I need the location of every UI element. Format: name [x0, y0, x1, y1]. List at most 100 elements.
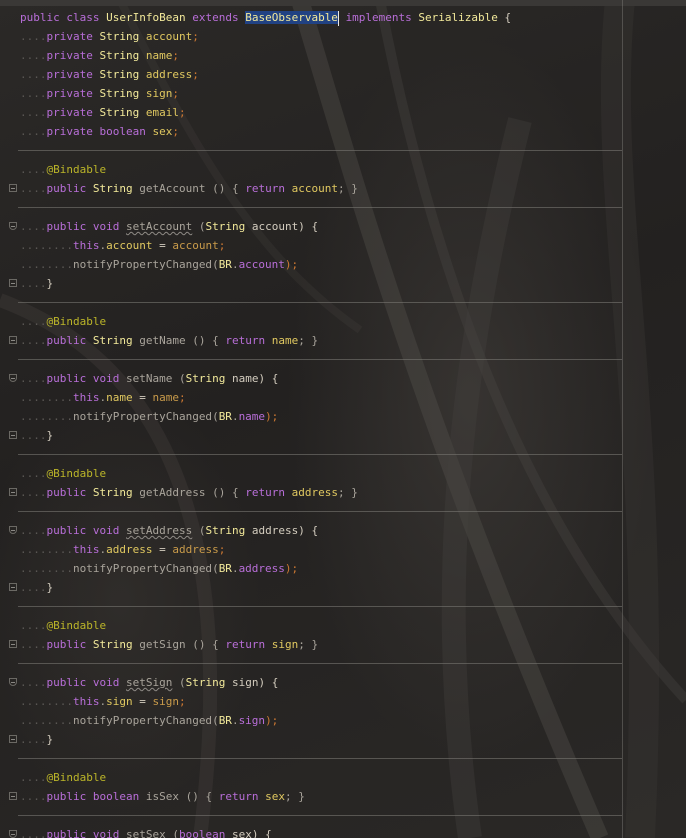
fold-toggle-icon[interactable]	[9, 640, 17, 648]
code-line[interactable]: ....}	[20, 426, 53, 445]
code-token: private	[46, 125, 93, 138]
whitespace-marker: ....	[20, 828, 47, 838]
code-line[interactable]: ........this.account = account;	[20, 236, 225, 255]
code-line[interactable]: ....private String email;	[20, 103, 186, 122]
code-token: @Bindable	[46, 771, 107, 784]
code-line[interactable]: ....public void setAccount (String accou…	[20, 217, 318, 236]
code-token: void	[92, 676, 120, 689]
code-line[interactable]: ....@Bindable	[20, 768, 106, 787]
code-line[interactable]: ....public String getName () { return na…	[20, 331, 318, 350]
code-token: (	[212, 258, 219, 271]
fold-toggle-icon[interactable]	[9, 678, 17, 686]
code-line[interactable]: ....private String account;	[20, 27, 199, 46]
code-line[interactable]: ....public String getAddress () { return…	[20, 483, 358, 502]
code-line[interactable]: ........notifyPropertyChanged(BR.name);	[20, 407, 278, 426]
code-token: setSex	[126, 828, 166, 838]
code-token: sex	[231, 828, 252, 838]
code-token: (	[192, 220, 206, 233]
code-line[interactable]: ........notifyPropertyChanged(BR.account…	[20, 255, 298, 274]
code-line[interactable]: ........this.sign = sign;	[20, 692, 186, 711]
whitespace-marker	[265, 334, 272, 347]
code-line[interactable]: ....public boolean isSex () { return sex…	[20, 787, 305, 806]
code-line[interactable]: ....}	[20, 274, 53, 293]
whitespace-marker: ........	[20, 714, 73, 727]
code-line[interactable]: ........this.address = address;	[20, 540, 225, 559]
fold-toggle-icon[interactable]	[9, 526, 17, 534]
code-token: private	[46, 30, 93, 43]
whitespace-marker	[245, 220, 252, 233]
fold-toggle-icon[interactable]	[9, 431, 17, 439]
fold-toggle-icon[interactable]	[9, 374, 17, 382]
fold-toggle-icon[interactable]	[9, 336, 17, 344]
whitespace-marker	[86, 182, 93, 195]
code-token: address	[251, 524, 299, 537]
code-token: (	[192, 524, 206, 537]
fold-toggle-icon[interactable]	[9, 184, 17, 192]
code-token: ;	[192, 30, 199, 43]
whitespace-marker: ........	[20, 258, 73, 271]
code-line[interactable]: ........this.name = name;	[20, 388, 186, 407]
whitespace-marker	[339, 11, 346, 24]
code-line[interactable]: ........notifyPropertyChanged(BR.address…	[20, 559, 298, 578]
code-line[interactable]: ....private boolean sex;	[20, 122, 179, 141]
fold-toggle-icon[interactable]	[9, 735, 17, 743]
code-line[interactable]: public class UserInfoBean extends BaseOb…	[20, 8, 511, 27]
code-line[interactable]: ....}	[20, 730, 53, 749]
whitespace-marker	[225, 676, 232, 689]
code-line[interactable]: ....public void setName (String name) {	[20, 369, 278, 388]
method-separator	[18, 815, 622, 816]
fold-toggle-icon[interactable]	[9, 583, 17, 591]
code-line[interactable]: ........notifyPropertyChanged(BR.sign);	[20, 711, 278, 730]
code-token: ()	[185, 638, 213, 651]
vertical-scrollbar[interactable]	[676, 0, 686, 838]
whitespace-marker	[86, 790, 93, 803]
code-line[interactable]: ....private String sign;	[20, 84, 179, 103]
fold-toggle-icon[interactable]	[9, 222, 17, 230]
code-token: void	[92, 372, 120, 385]
code-token: {	[231, 182, 246, 195]
whitespace-marker: ....	[20, 790, 47, 803]
whitespace-marker	[139, 30, 146, 43]
code-line[interactable]: ....@Bindable	[20, 160, 106, 179]
code-line[interactable]: ....public void setAddress (String addre…	[20, 521, 318, 540]
whitespace-marker	[265, 638, 272, 651]
whitespace-marker	[119, 676, 126, 689]
code-line[interactable]: ....public String getSign () { return si…	[20, 635, 318, 654]
code-line[interactable]: ....@Bindable	[20, 464, 106, 483]
fold-toggle-icon[interactable]	[9, 488, 17, 496]
code-token: boolean	[92, 790, 140, 803]
code-token: );	[265, 410, 279, 423]
code-line[interactable]: ....public void setSex (boolean sex) {	[20, 825, 272, 838]
fold-toggle-icon[interactable]	[9, 830, 17, 838]
code-token: ) {	[258, 372, 279, 385]
code-token: address	[106, 543, 153, 556]
code-token: name	[271, 334, 299, 347]
code-editor[interactable]: public class UserInfoBean extends BaseOb…	[0, 0, 686, 838]
code-line[interactable]: ....@Bindable	[20, 312, 106, 331]
code-token: return	[218, 790, 259, 803]
whitespace-marker	[86, 676, 93, 689]
code-token: );	[284, 562, 299, 575]
code-line[interactable]: ....private String address;	[20, 65, 199, 84]
code-token: @Bindable	[46, 315, 107, 328]
code-token: {	[212, 334, 226, 347]
code-line[interactable]: ....}	[20, 578, 53, 597]
code-token: );	[284, 258, 299, 271]
code-token: public	[46, 676, 87, 689]
code-line[interactable]: ....public void setSign (String sign) {	[20, 673, 278, 692]
code-line[interactable]: ....@Bindable	[20, 616, 106, 635]
whitespace-marker: ....	[20, 467, 47, 480]
code-token: public	[46, 638, 87, 651]
code-token: String	[99, 106, 140, 119]
method-separator	[18, 511, 622, 512]
code-token: public	[46, 372, 87, 385]
code-token: {	[212, 638, 226, 651]
code-token: }	[46, 733, 54, 746]
whitespace-marker	[139, 68, 146, 81]
code-line[interactable]: ....private String name;	[20, 46, 179, 65]
code-line[interactable]: ....public String getAccount () { return…	[20, 179, 358, 198]
fold-toggle-icon[interactable]	[9, 279, 17, 287]
fold-toggle-icon[interactable]	[9, 792, 17, 800]
code-token: ;	[178, 106, 186, 119]
code-token: address	[291, 486, 338, 499]
